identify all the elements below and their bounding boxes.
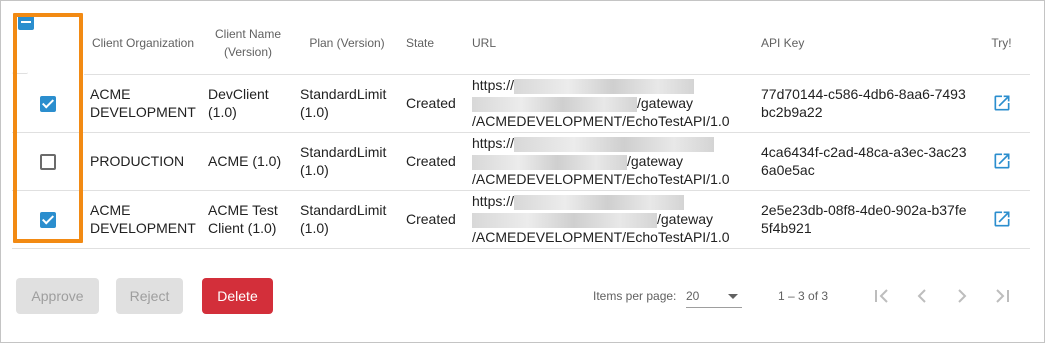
header-api-key[interactable]: API Key [755, 12, 973, 75]
url-prefix: https:// [472, 135, 515, 151]
url-path: /ACMEDEVELOPMENT/EchoTestAPI/1.0 [472, 171, 730, 187]
try-cell [973, 190, 1030, 249]
approve-button[interactable]: Approve [16, 278, 99, 314]
try-cell [973, 132, 1030, 191]
header-plan[interactable]: Plan (Version) [294, 12, 400, 75]
row-checkbox-cell [12, 190, 84, 249]
row-checkbox-cell [12, 132, 84, 191]
state-cell: Created [400, 74, 466, 133]
table-row: ACME DEVELOPMENT ACME Test Client (1.0) St… [12, 190, 1030, 249]
url-prefix: https:// [472, 77, 515, 93]
items-per-page-label: Items per page: [593, 289, 677, 303]
open-in-new-icon[interactable] [992, 209, 1012, 229]
header-state[interactable]: State [400, 12, 466, 75]
select-all-checkbox[interactable] [18, 13, 34, 30]
client-organization-cell: ACME DEVELOPMENT [84, 74, 202, 133]
header-url[interactable]: URL [466, 12, 755, 75]
client-organization-cell: ACME DEVELOPMENT [84, 190, 202, 249]
url-gateway: /gateway [657, 211, 714, 227]
header-client-name[interactable]: Client Name (Version) [202, 12, 294, 75]
next-page-icon[interactable] [950, 284, 974, 308]
try-cell [973, 74, 1030, 133]
table-header-row: Client Organization Client Name (Version… [12, 12, 1030, 75]
url-path: /ACMEDEVELOPMENT/EchoTestAPI/1.0 [472, 229, 730, 245]
row-checkbox-cell [12, 74, 84, 133]
items-per-page-select[interactable]: 20 [686, 286, 742, 308]
page-range: 1 – 3 of 3 [778, 289, 829, 303]
url-gateway: /gateway [637, 95, 694, 111]
items-per-page-value: 20 [686, 289, 700, 303]
redacted-host [514, 78, 695, 94]
table-row: ACME DEVELOPMENT DevClient (1.0) StandardL… [12, 74, 1030, 133]
row-checkbox[interactable] [40, 212, 56, 229]
url-cell: https:// /gateway/ACMEDEVELOPMENT/EchoTes… [466, 132, 755, 191]
table-body: ACME DEVELOPMENT DevClient (1.0) StandardL… [12, 74, 1030, 249]
url-cell: https:// /gateway/ACMEDEVELOPMENT/EchoTes… [466, 74, 755, 133]
redacted-host [472, 96, 637, 112]
row-checkbox[interactable] [40, 154, 56, 171]
url-prefix: https:// [472, 193, 515, 209]
client-name-cell: DevClient (1.0) [202, 74, 294, 133]
header-try: Try! [973, 12, 1030, 75]
delete-button[interactable]: Delete [202, 278, 273, 314]
dropdown-caret-icon [728, 294, 738, 299]
client-name-cell: ACME (1.0) [202, 132, 294, 191]
reject-button[interactable]: Reject [116, 278, 183, 314]
client-organization-cell: PRODUCTION [84, 132, 202, 191]
api-key-cell: 2e5e23db-08f8-4de0-902a-b37fe5f4b921 [755, 190, 973, 249]
plan-cell: StandardLimit (1.0) [294, 74, 400, 133]
row-checkbox[interactable] [40, 95, 56, 112]
open-in-new-icon[interactable] [992, 151, 1012, 171]
client-name-cell: ACME Test Client (1.0) [202, 190, 294, 249]
header-checkbox-cell [12, 12, 34, 74]
redacted-host [514, 136, 715, 152]
last-page-icon[interactable] [990, 284, 1014, 308]
url-path: /ACMEDEVELOPMENT/EchoTestAPI/1.0 [472, 113, 730, 129]
header-client-organization[interactable]: Client Organization [84, 12, 202, 75]
redacted-host [472, 212, 657, 228]
plan-cell: StandardLimit (1.0) [294, 190, 400, 249]
state-cell: Created [400, 190, 466, 249]
open-in-new-icon[interactable] [992, 93, 1012, 113]
previous-page-icon[interactable] [910, 284, 934, 308]
url-cell: https:// /gateway/ACMEDEVELOPMENT/EchoTes… [466, 190, 755, 249]
first-page-icon[interactable] [870, 284, 894, 308]
api-key-cell: 4ca6434f-c2ad-48ca-a3ec-3ac236a0e5ac [755, 132, 973, 191]
redacted-host [472, 154, 627, 170]
url-gateway: /gateway [627, 153, 684, 169]
table-row: PRODUCTION ACME (1.0) StandardLimit (1.0) C… [12, 132, 1030, 191]
api-key-cell: 77d70144-c586-4db6-8aa6-7493bc2b9a22 [755, 74, 973, 133]
state-cell: Created [400, 132, 466, 191]
plan-cell: StandardLimit (1.0) [294, 132, 400, 191]
clients-table: Client Organization Client Name (Version… [12, 12, 1030, 249]
redacted-host [514, 194, 685, 210]
